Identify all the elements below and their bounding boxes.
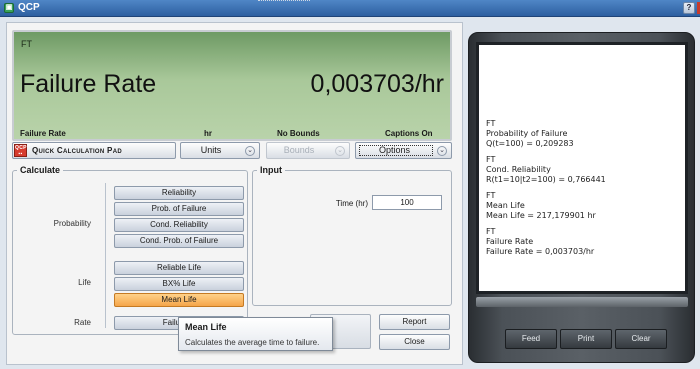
log-entry: FT Mean Life Mean Life = 217,179901 hr <box>486 191 681 221</box>
options-label: Options <box>378 145 411 155</box>
chevron-down-icon: ⌄ <box>245 146 255 156</box>
display-tag: FT <box>21 39 32 49</box>
units-label: Units <box>200 145 222 155</box>
log-title: Probability of Failure <box>486 129 568 138</box>
footer-unit: hr <box>204 129 212 138</box>
reliability-button[interactable]: Reliability <box>114 186 244 200</box>
title-bar: ▣ QCP ? <box>0 0 700 17</box>
time-label: Time (hr) <box>335 199 368 208</box>
drag-grip[interactable] <box>258 0 310 3</box>
life-label: Life <box>78 278 91 287</box>
help-button[interactable]: ? <box>683 2 695 14</box>
cond-reliability-button[interactable]: Cond. Reliability <box>114 218 244 232</box>
log-tag: FT <box>486 191 496 200</box>
tooltip-description: Calculates the average time to failure. <box>185 338 320 347</box>
chevron-down-icon: ⌄ <box>335 146 345 156</box>
results-log[interactable]: FT Probability of Failure Q(t=100) = 0,2… <box>476 42 688 294</box>
clear-button[interactable]: Clear <box>615 329 667 349</box>
quick-calculation-pad-button[interactable]: QCP ▪▪ Quick Calculation Pad <box>12 142 176 159</box>
window-title: QCP <box>18 2 40 13</box>
reliable-life-button[interactable]: Reliable Life <box>114 261 244 275</box>
close-button[interactable]: Close <box>379 334 450 350</box>
divider <box>105 314 106 328</box>
feed-button[interactable]: Feed <box>505 329 557 349</box>
log-tag: FT <box>486 119 496 128</box>
footer-captions: Captions On <box>385 129 433 138</box>
toolbar: QCP ▪▪ Quick Calculation Pad Units ⌄ Boun… <box>12 142 452 160</box>
result-display: FT Failure Rate 0,003703/hr Failure Rate… <box>12 30 452 141</box>
log-list: FT Probability of Failure Q(t=100) = 0,2… <box>486 119 681 263</box>
log-title: Cond. Reliability <box>486 165 551 174</box>
log-entry: FT Probability of Failure Q(t=100) = 0,2… <box>486 119 681 149</box>
log-result: Mean Life = 217,179901 hr <box>486 211 596 220</box>
bounds-dropdown[interactable]: Bounds ⌄ <box>266 142 350 159</box>
quick-pad-label: Quick Calculation Pad <box>32 146 122 155</box>
calculate-legend: Calculate <box>20 165 61 175</box>
bounds-label: Bounds <box>283 145 315 155</box>
divider <box>105 183 106 263</box>
footer-bounds: No Bounds <box>277 129 320 138</box>
print-button[interactable]: Print <box>560 329 612 349</box>
log-title: Failure Rate <box>486 237 534 246</box>
report-button[interactable]: Report <box>379 314 450 330</box>
units-dropdown[interactable]: Units ⌄ <box>180 142 260 159</box>
rate-label: Rate <box>74 318 91 327</box>
qcp-icon: QCP ▪▪ <box>14 144 27 157</box>
display-metric-value: 0,003703/hr <box>310 70 444 98</box>
mean-life-button[interactable]: Mean Life <box>114 293 244 307</box>
probability-label: Probability <box>53 219 91 228</box>
log-tag: FT <box>486 227 496 236</box>
log-result: Failure Rate = 0,003703/hr <box>486 247 595 256</box>
tooltip-title: Mean Life <box>185 322 227 332</box>
bx-life-button[interactable]: BX% Life <box>114 277 244 291</box>
tooltip: Mean Life Calculates the average time to… <box>178 317 333 351</box>
log-result: Q(t=100) = 0,209283 <box>486 139 574 148</box>
input-legend: Input <box>260 165 282 175</box>
footer-metric: Failure Rate <box>20 129 66 138</box>
calculate-group: Calculate Probability Reliability Prob. … <box>12 165 248 335</box>
app-icon: ▣ <box>4 3 14 13</box>
divider <box>105 261 106 315</box>
input-group: Input Time (hr) 100 <box>252 165 452 306</box>
display-metric-name: Failure Rate <box>20 70 157 98</box>
log-entry: FT Cond. Reliability R(t1=10|t2=100) = 0… <box>486 155 681 185</box>
paper-tray <box>476 297 688 307</box>
time-input[interactable]: 100 <box>372 195 442 210</box>
cond-prob-failure-button[interactable]: Cond. Prob. of Failure <box>114 234 244 248</box>
log-title: Mean Life <box>486 201 525 210</box>
log-tag: FT <box>486 155 496 164</box>
options-dropdown[interactable]: Options ⌄ <box>355 142 452 159</box>
chevron-down-icon: ⌄ <box>437 146 447 156</box>
display-footer: Failure Rate hr No Bounds Captions On <box>14 129 450 141</box>
prob-failure-button[interactable]: Prob. of Failure <box>114 202 244 216</box>
log-result: R(t1=10|t2=100) = 0,766441 <box>486 175 606 184</box>
log-entry: FT Failure Rate Failure Rate = 0,003703/… <box>486 227 681 257</box>
